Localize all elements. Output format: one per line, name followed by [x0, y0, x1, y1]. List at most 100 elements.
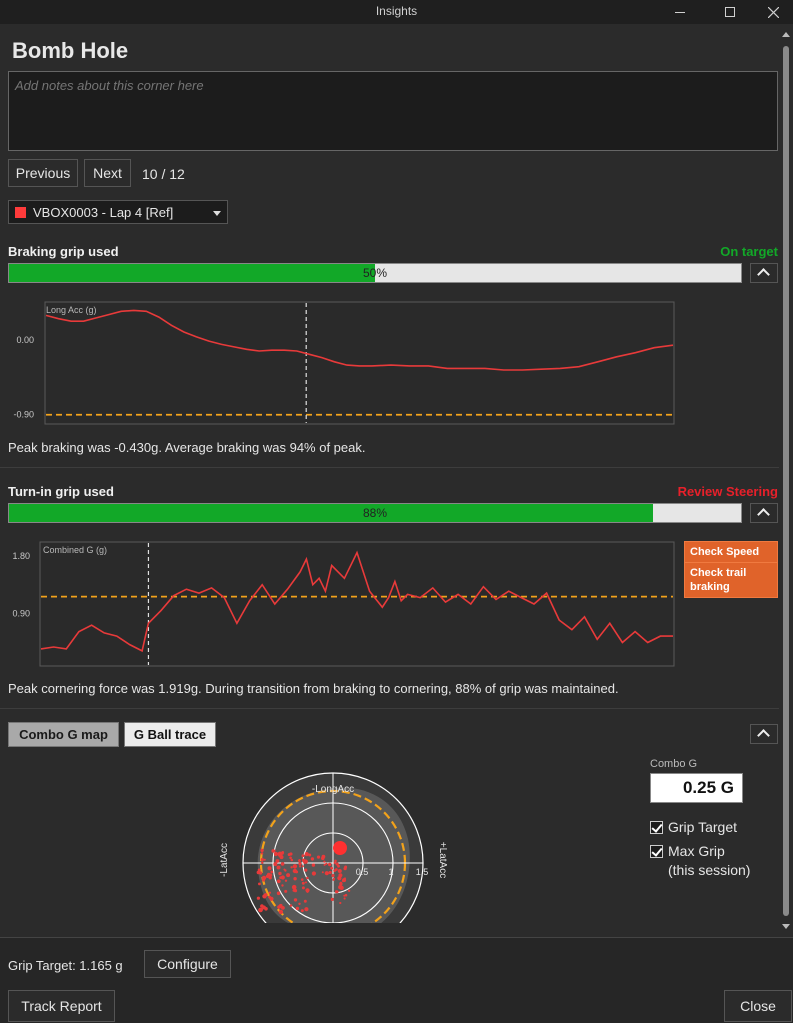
- g-trace-point: [263, 858, 266, 861]
- g-trace-point: [289, 904, 293, 907]
- lap-select[interactable]: VBOX0003 - Lap 4 [Ref]: [8, 200, 228, 224]
- scroll-down-icon[interactable]: [782, 924, 790, 929]
- g-trace-point: [273, 862, 278, 867]
- g-trace-point: [333, 869, 336, 872]
- scroll-up-icon[interactable]: [782, 32, 790, 37]
- insights-panel: Bomb Hole Previous Next 10 / 12 VBOX0003…: [0, 24, 793, 937]
- collapse-gmap-button[interactable]: [750, 724, 778, 744]
- g-trace-point: [303, 899, 307, 903]
- g-trace-point: [310, 857, 315, 861]
- g-trace-point: [278, 871, 282, 876]
- title-bar: Insights: [0, 0, 793, 24]
- vertical-scrollbar[interactable]: [779, 24, 793, 937]
- g-trace-point: [347, 889, 351, 892]
- tab-combo-g-map[interactable]: Combo G map: [8, 722, 119, 747]
- max-grip-sublabel: (this session): [668, 862, 751, 878]
- max-grip-toggle[interactable]: Max Grip (this session): [650, 843, 750, 880]
- check-trail-braking-button[interactable]: Check trail braking: [684, 562, 778, 598]
- g-trace-point: [281, 884, 284, 887]
- braking-grip-bar: 50%: [8, 263, 742, 283]
- braking-chart: Long Acc (g) 0.00 -0.90: [13, 301, 675, 425]
- g-trace-point: [259, 871, 263, 875]
- current-g-ball: [333, 841, 347, 855]
- braking-description: Peak braking was -0.430g. Average brakin…: [8, 440, 366, 455]
- configure-button[interactable]: Configure: [144, 950, 231, 978]
- g-trace-point: [286, 873, 291, 878]
- g-trace-point: [301, 865, 304, 868]
- g-trace-point: [261, 861, 264, 864]
- map-label-neg-longacc: -LongAcc: [312, 784, 354, 795]
- braking-plot-area: [44, 301, 675, 425]
- minimize-button[interactable]: [657, 0, 703, 24]
- g-trace-point: [334, 859, 337, 863]
- g-trace-point: [311, 863, 316, 867]
- g-trace-point: [264, 907, 268, 911]
- g-trace-point: [292, 868, 298, 874]
- braking-status: On target: [720, 244, 778, 259]
- chevron-up-icon: [757, 729, 770, 742]
- checkbox-checked-icon[interactable]: [650, 845, 663, 858]
- close-window-button[interactable]: [750, 0, 793, 24]
- g-trace-point: [260, 848, 264, 853]
- turnin-status: Review Steering: [677, 484, 778, 499]
- combo-g-value: 0.25 G: [650, 773, 743, 803]
- g-trace-point: [344, 877, 346, 880]
- braking-grip-label: 50%: [362, 266, 388, 280]
- close-icon: [767, 6, 779, 18]
- next-button[interactable]: Next: [84, 159, 131, 187]
- g-trace-point: [284, 879, 288, 882]
- turnin-description: Peak cornering force was 1.919g. During …: [8, 681, 619, 696]
- g-trace-point: [301, 858, 306, 862]
- collapse-braking-button[interactable]: [750, 263, 778, 283]
- corner-notes-input[interactable]: [8, 71, 778, 151]
- g-trace-point: [262, 878, 265, 882]
- previous-button[interactable]: Previous: [8, 159, 78, 187]
- g-trace-point: [301, 886, 305, 890]
- g-trace-point: [268, 891, 271, 894]
- maximize-icon: [725, 7, 735, 17]
- section-divider: [0, 467, 779, 468]
- turnin-title: Turn-in grip used: [8, 484, 114, 499]
- corner-counter: 10 / 12: [142, 166, 185, 182]
- g-trace-point: [299, 865, 302, 868]
- braking-title: Braking grip used: [8, 244, 119, 259]
- collapse-turnin-button[interactable]: [750, 503, 778, 523]
- g-trace-point: [291, 884, 297, 890]
- ring-label: 1: [388, 867, 393, 877]
- grip-target-toggle[interactable]: Grip Target: [650, 819, 737, 835]
- g-trace-point: [338, 873, 343, 878]
- close-button[interactable]: Close: [724, 990, 792, 1022]
- g-trace-point: [306, 876, 309, 880]
- g-trace-point: [283, 868, 286, 871]
- g-trace-point: [293, 877, 297, 881]
- g-trace-point: [295, 906, 300, 911]
- g-trace-point: [301, 854, 305, 858]
- turnin-y-axis-label: Combined G (g): [43, 545, 107, 555]
- g-trace-point: [276, 891, 281, 896]
- maximize-button[interactable]: [707, 0, 753, 24]
- tab-g-ball-trace[interactable]: G Ball trace: [124, 722, 216, 747]
- minimize-icon: [675, 11, 685, 13]
- check-speed-button[interactable]: Check Speed: [684, 541, 778, 563]
- g-trace-point: [298, 902, 301, 905]
- g-trace-point: [304, 907, 309, 912]
- checkbox-checked-icon[interactable]: [650, 821, 663, 834]
- track-report-button[interactable]: Track Report: [8, 990, 115, 1022]
- g-trace-point: [344, 893, 348, 897]
- g-trace-point: [292, 864, 298, 869]
- turnin-y-tick: 1.80: [12, 551, 30, 561]
- g-trace-point: [335, 890, 339, 894]
- g-trace-point: [300, 909, 304, 913]
- g-trace-point: [292, 889, 296, 892]
- g-trace-point: [287, 853, 291, 857]
- g-trace-point: [330, 897, 334, 901]
- turnin-grip-label: 88%: [362, 506, 388, 520]
- g-trace-point: [262, 894, 267, 899]
- g-trace-point: [330, 866, 333, 870]
- g-trace-point: [289, 856, 292, 860]
- g-trace-point: [277, 851, 283, 857]
- g-trace-point: [290, 858, 294, 862]
- g-trace-point: [321, 856, 325, 861]
- scrollbar-thumb[interactable]: [783, 46, 789, 916]
- g-trace-point: [343, 897, 346, 900]
